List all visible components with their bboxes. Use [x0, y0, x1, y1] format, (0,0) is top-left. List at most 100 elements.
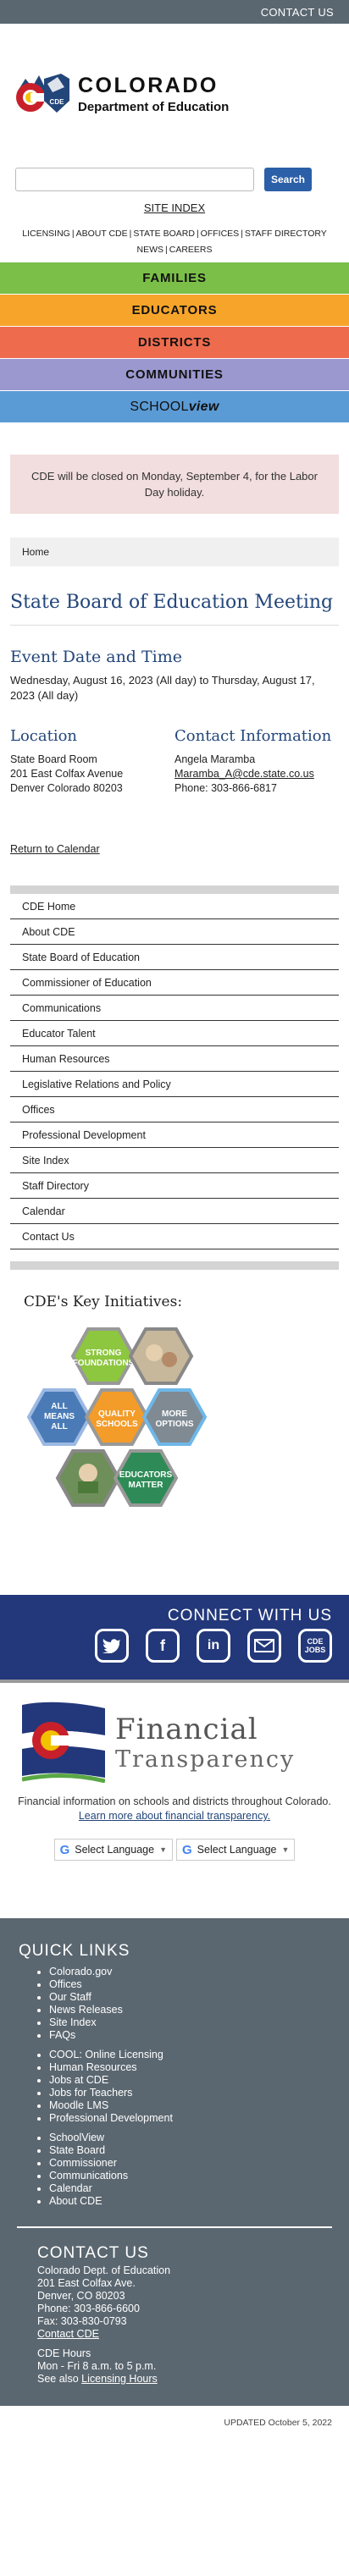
quick-link[interactable]: Site Index	[49, 2016, 332, 2029]
hours-text: Mon - Fri 8 a.m. to 5 p.m.	[37, 2360, 157, 2372]
contact-line: Denver, CO 80203	[37, 2290, 125, 2302]
nav-communities[interactable]: COMMUNITIES	[0, 358, 349, 390]
quick-link[interactable]: Jobs for Teachers	[49, 2087, 332, 2099]
quick-link[interactable]: Moodle LMS	[49, 2099, 332, 2112]
nav-districts[interactable]: DISTRICTS	[0, 326, 349, 358]
careers-link[interactable]: CAREERS	[168, 245, 214, 255]
licensing-link[interactable]: LICENSING	[20, 229, 72, 239]
contact-line: Colorado Dept. of Education	[37, 2264, 171, 2276]
side-nav-item[interactable]: Professional Development	[10, 1123, 339, 1148]
state-board-link[interactable]: STATE BOARD	[131, 229, 197, 239]
side-nav-item[interactable]: Contact Us	[10, 1224, 339, 1249]
search-button[interactable]: Search	[264, 168, 312, 191]
side-nav-item[interactable]: Staff Directory	[10, 1173, 339, 1199]
quick-link[interactable]: COOL: Online Licensing	[49, 2049, 332, 2061]
colorado-flag-icon	[22, 1702, 105, 1783]
side-nav-item[interactable]: Educator Talent	[10, 1021, 339, 1046]
hex-educators-matter[interactable]: EDUCATORS MATTER	[113, 1449, 179, 1507]
offices-link[interactable]: OFFICES	[199, 229, 241, 239]
contact-email-link[interactable]: Maramba_A@cde.state.co.us	[174, 767, 339, 781]
contact-us-heading: CONTACT US	[37, 2244, 149, 2262]
search-bar: Search	[0, 168, 349, 191]
contact-line: Phone: 303-866-6600	[37, 2303, 140, 2314]
quick-link[interactable]: Calendar	[49, 2182, 332, 2195]
cde-jobs-icon[interactable]: CDE JOBS	[298, 1629, 332, 1663]
contact-us-link[interactable]: CONTACT US	[261, 6, 334, 19]
linkedin-icon[interactable]: in	[197, 1629, 230, 1663]
contact-heading: Contact Information	[174, 727, 332, 745]
quick-link[interactable]: Commissioner	[49, 2157, 332, 2170]
quick-link[interactable]: News Releases	[49, 2004, 332, 2016]
quick-links-heading: QUICK LINKS	[19, 1942, 130, 1960]
quick-link[interactable]: Professional Development	[49, 2112, 332, 2125]
svg-text:STRONG: STRONG	[86, 1349, 122, 1358]
contact-name: Angela Maramba	[174, 753, 256, 765]
connect-with-us: CONNECT WITH US f in CDE JOBS	[0, 1595, 349, 1683]
header-logo[interactable]: CDE COLORADO Department of Education	[0, 24, 349, 139]
quick-link[interactable]: FAQs	[49, 2029, 332, 2042]
utility-links: LICENSING | ABOUT CDE | STATE BOARD | OFFICES |…	[20, 229, 329, 255]
language-select[interactable]: G Select Language ▼	[53, 1839, 173, 1861]
location-block: Location State Board Room 201 East Colfa…	[10, 727, 174, 796]
side-nav-item[interactable]: Communications	[10, 996, 339, 1021]
side-nav-item[interactable]: About CDE	[10, 919, 339, 945]
financial-transparency-logo[interactable]: Financial Transparency	[22, 1702, 337, 1783]
quick-link[interactable]: Colorado.gov	[49, 1966, 332, 1978]
footer: QUICK LINKS Colorado.gov Offices Our Sta…	[0, 1918, 349, 2406]
svg-text:FOUNDATIONS: FOUNDATIONS	[73, 1359, 135, 1368]
contact-cde-link[interactable]: Contact CDE	[37, 2328, 332, 2341]
staff-directory-link[interactable]: STAFF DIRECTORY	[243, 229, 329, 239]
connect-title: CONNECT WITH US	[167, 1607, 332, 1624]
side-nav-item[interactable]: State Board of Education	[10, 945, 339, 970]
transparency-title: Transparency	[115, 1746, 296, 1773]
quick-link[interactable]: Human Resources	[49, 2061, 332, 2074]
side-nav-item[interactable]: Offices	[10, 1097, 339, 1123]
facebook-icon[interactable]: f	[146, 1629, 180, 1663]
search-input[interactable]	[15, 168, 254, 191]
nav-families[interactable]: FAMILIES	[0, 262, 349, 294]
svg-text:MATTER: MATTER	[129, 1481, 164, 1490]
quick-link[interactable]: Offices	[49, 1978, 332, 1991]
quick-link[interactable]: Communications	[49, 2170, 332, 2182]
side-nav: CDE Home About CDE State Board of Educat…	[10, 885, 339, 1270]
hex-more-options[interactable]: MORE OPTIONS	[141, 1388, 208, 1446]
location-heading: Location	[10, 727, 78, 745]
hex-quality-schools[interactable]: QUALITY SCHOOLS	[84, 1388, 150, 1446]
quick-link[interactable]: About CDE	[49, 2195, 332, 2208]
updated-date: UPDATED October 5, 2022	[224, 2418, 332, 2428]
svg-text:SCHOOLS: SCHOOLS	[96, 1420, 138, 1429]
language-select[interactable]: G Select Language ▼	[176, 1839, 296, 1861]
side-nav-item[interactable]: CDE Home	[10, 894, 339, 919]
quick-links-group: COOL: Online Licensing Human Resources J…	[49, 2049, 332, 2125]
event-date: Wednesday, August 16, 2023 (All day) to …	[10, 674, 315, 702]
quick-link[interactable]: State Board	[49, 2144, 332, 2157]
event-heading: Event Date and Time	[10, 648, 183, 666]
email-icon[interactable]	[247, 1629, 281, 1663]
hex-photo-family	[128, 1327, 194, 1385]
page-title: State Board of Education Meeting	[10, 592, 339, 626]
side-nav-item[interactable]: Legislative Relations and Policy	[10, 1072, 339, 1097]
licensing-hours-link[interactable]: Licensing Hours	[81, 2373, 158, 2385]
quick-link[interactable]: Jobs at CDE	[49, 2074, 332, 2087]
svg-text:EDUCATORS: EDUCATORS	[119, 1470, 173, 1480]
quick-link[interactable]: Our Staff	[49, 1991, 332, 2004]
hex-all-means-all[interactable]: ALL MEANS ALL	[26, 1388, 92, 1446]
news-link[interactable]: NEWS	[136, 245, 166, 255]
nav-educators[interactable]: EDUCATORS	[0, 294, 349, 326]
financial-more-link[interactable]: Learn more about financial transparency.	[79, 1810, 270, 1822]
side-nav-item[interactable]: Calendar	[10, 1199, 339, 1224]
about-cde-link[interactable]: ABOUT CDE	[75, 229, 130, 239]
side-nav-item[interactable]: Site Index	[10, 1148, 339, 1173]
return-to-calendar-link[interactable]: Return to Calendar	[10, 843, 100, 855]
contact-block: Contact Information Angela Maramba Maram…	[174, 727, 339, 796]
dropdown-arrow-icon: ▼	[159, 1845, 167, 1854]
quick-link[interactable]: SchoolView	[49, 2132, 332, 2144]
hex-strong-foundations[interactable]: STRONG FOUNDATIONS	[70, 1327, 136, 1385]
breadcrumb-home[interactable]: Home	[22, 546, 49, 558]
site-index-link[interactable]: SITE INDEX	[0, 201, 349, 214]
footer-contact: CONTACT US Colorado Dept. of Education 2…	[37, 2244, 332, 2406]
side-nav-item[interactable]: Human Resources	[10, 1046, 339, 1072]
nav-schoolview[interactable]: SCHOOL view	[0, 390, 349, 422]
side-nav-item[interactable]: Commissioner of Education	[10, 970, 339, 996]
twitter-icon[interactable]	[95, 1629, 129, 1663]
